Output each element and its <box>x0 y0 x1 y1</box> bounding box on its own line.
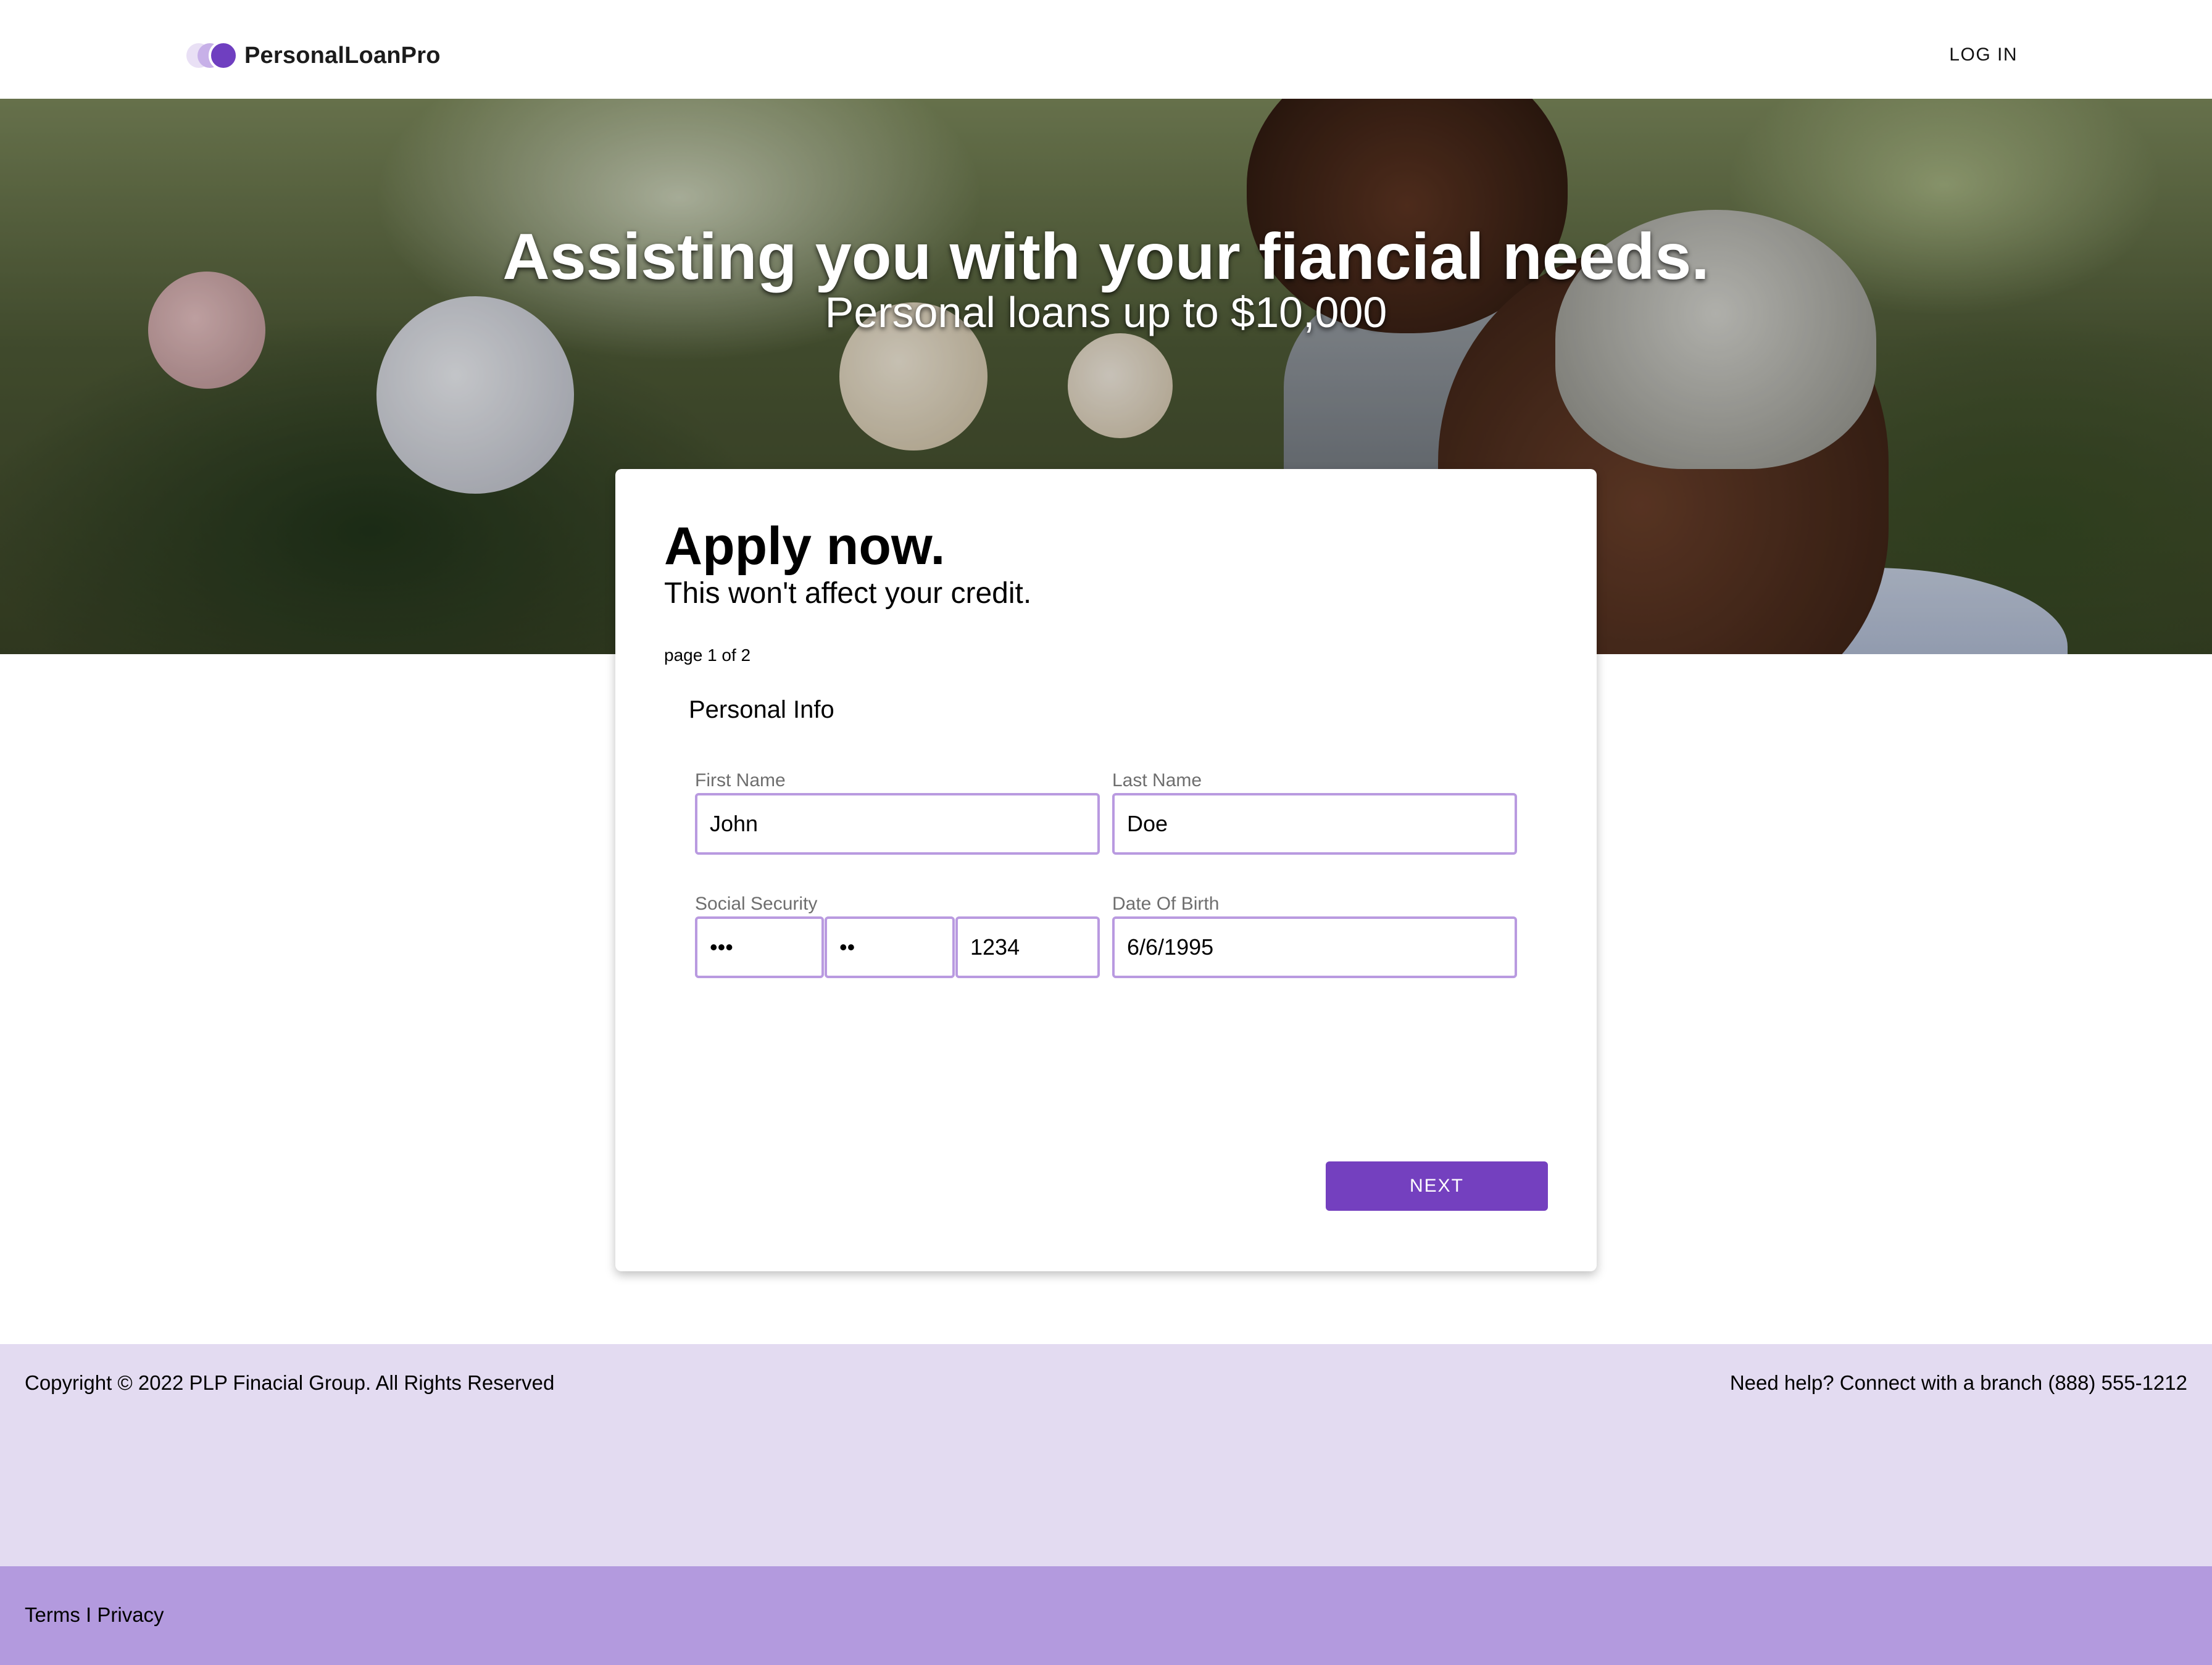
footer-bottom-bar: Terms I Privacy <box>0 1566 2212 1665</box>
first-name-label: First Name <box>695 770 786 791</box>
first-name-field[interactable] <box>695 793 1100 855</box>
terms-link[interactable]: Terms <box>25 1603 80 1626</box>
ssn-part1-field[interactable] <box>695 916 824 978</box>
section-title: Personal Info <box>689 696 834 723</box>
footer: Copyright © 2022 PLP Finacial Group. All… <box>0 1344 2212 1566</box>
site-header: PersonalLoanPro LOG IN <box>0 0 2212 99</box>
footer-link-separator: I <box>86 1603 92 1626</box>
footer-links: Terms I Privacy <box>25 1603 164 1627</box>
ssn-label: Social Security <box>695 894 818 914</box>
next-button[interactable]: NEXT <box>1326 1161 1548 1211</box>
last-name-field[interactable] <box>1112 793 1517 855</box>
dob-field[interactable] <box>1112 916 1517 978</box>
ssn-part2-field[interactable] <box>825 916 955 978</box>
page-indicator: page 1 of 2 <box>664 646 751 665</box>
dob-label: Date Of Birth <box>1112 894 1220 914</box>
brand-name: PersonalLoanPro <box>244 42 441 69</box>
copyright-text: Copyright © 2022 PLP Finacial Group. All… <box>25 1371 555 1394</box>
last-name-label: Last Name <box>1112 770 1202 791</box>
ssn-part3-field[interactable] <box>955 916 1100 978</box>
help-text: Need help? Connect with a branch (888) 5… <box>1729 1371 2187 1394</box>
form-title: Apply now. <box>664 517 946 576</box>
hero-title: Assisting you with your fiancial needs. <box>502 220 1710 293</box>
form-subtitle: This won't affect your credit. <box>664 577 1032 610</box>
brand-logo[interactable]: PersonalLoanPro <box>186 41 441 70</box>
application-card: Apply now. This won't affect your credit… <box>615 469 1597 1271</box>
privacy-link[interactable]: Privacy <box>97 1603 164 1626</box>
logo-icon <box>186 41 238 70</box>
hero-subtitle: Personal loans up to $10,000 <box>825 288 1387 336</box>
login-link[interactable]: LOG IN <box>1949 44 2018 65</box>
